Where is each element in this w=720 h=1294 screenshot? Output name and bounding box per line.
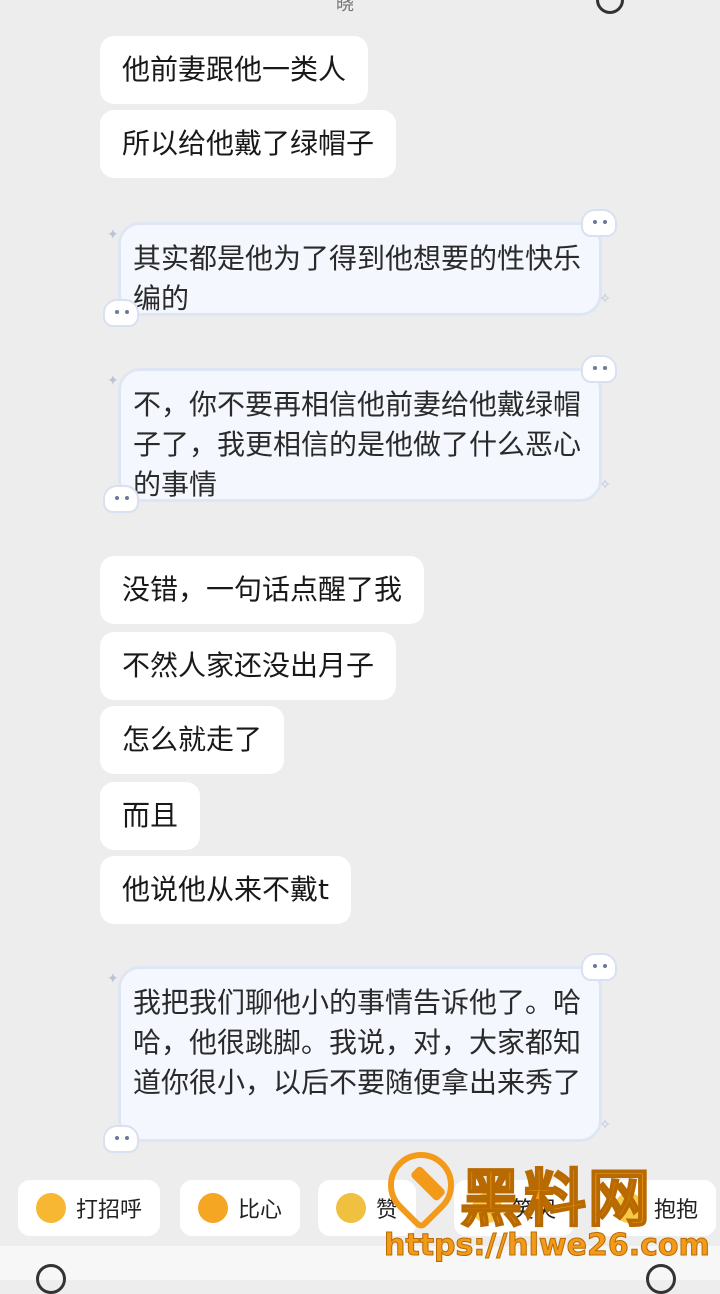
- voice-input-icon[interactable]: [36, 1264, 66, 1294]
- watermark-logo-icon: [374, 1138, 468, 1232]
- message-text: 不，你不要再相信他前妻给他戴绿帽子了，我更相信的是他做了什么恶心的事情: [133, 388, 582, 501]
- message-bubble[interactable]: 他说他从来不戴t: [100, 856, 351, 924]
- decorated-message-bubble[interactable]: ✦ ✧ 我把我们聊他小的事情告诉他了。哈哈，他很跳脚。我说，对，大家都知道你很小…: [103, 953, 617, 1153]
- decorated-message-bubble[interactable]: ✦ ✧ 不，你不要再相信他前妻给他戴绿帽子了，我更相信的是他做了什么恶心的事情: [103, 355, 617, 513]
- message-text: 我把我们聊他小的事情告诉他了。哈哈，他很跳脚。我说，对，大家都知道你很小，以后不…: [133, 986, 582, 1099]
- sparkle-icon: ✧: [599, 477, 611, 493]
- thumbs-up-emoji-icon: [336, 1193, 366, 1223]
- sparkle-icon: ✦: [107, 971, 119, 987]
- message-bubble[interactable]: 他前妻跟他一类人: [100, 36, 369, 104]
- watermark-url: https://hlwe26.com: [384, 1228, 711, 1264]
- quick-reply-heart[interactable]: 比心: [180, 1180, 301, 1236]
- watermark-title: 黑料网: [459, 1161, 653, 1236]
- sparkle-icon: ✧: [599, 1117, 611, 1133]
- sparkle-icon: ✦: [107, 227, 119, 243]
- cat-sticker-icon: [581, 209, 617, 237]
- quick-reply-label: 打招呼: [76, 1198, 143, 1223]
- cat-sticker-icon: [581, 953, 617, 981]
- cat-sticker-icon: [103, 485, 139, 513]
- cat-sticker-icon: [103, 1125, 139, 1153]
- message-bubble[interactable]: 不然人家还没出月子: [100, 632, 397, 700]
- voice-call-icon[interactable]: [596, 0, 624, 14]
- heart-hands-emoji-icon: [198, 1193, 228, 1223]
- quick-reply-label: 比心: [238, 1198, 283, 1223]
- watermark: 黑料网 https://hlwe26.com: [374, 1138, 720, 1280]
- smile-emoji-icon: [36, 1193, 66, 1223]
- chat-top-bar: 晓: [0, 0, 720, 30]
- message-bubble[interactable]: 怎么就走了: [100, 706, 285, 774]
- message-bubble[interactable]: 没错，一句话点醒了我: [100, 556, 425, 624]
- chat-title: 晓: [336, 0, 354, 15]
- cat-sticker-icon: [103, 299, 139, 327]
- message-bubble[interactable]: 所以给他戴了绿帽子: [100, 110, 397, 178]
- message-text: 其实都是他为了得到他想要的性快乐编的: [133, 242, 582, 315]
- sparkle-icon: ✧: [599, 291, 611, 307]
- message-bubble[interactable]: 而且: [100, 782, 201, 850]
- sparkle-icon: ✦: [107, 373, 119, 389]
- decorated-message-bubble[interactable]: ✦ ✧ 其实都是他为了得到他想要的性快乐编的: [103, 209, 617, 327]
- cat-sticker-icon: [581, 355, 617, 383]
- quick-reply-greet[interactable]: 打招呼: [18, 1180, 161, 1236]
